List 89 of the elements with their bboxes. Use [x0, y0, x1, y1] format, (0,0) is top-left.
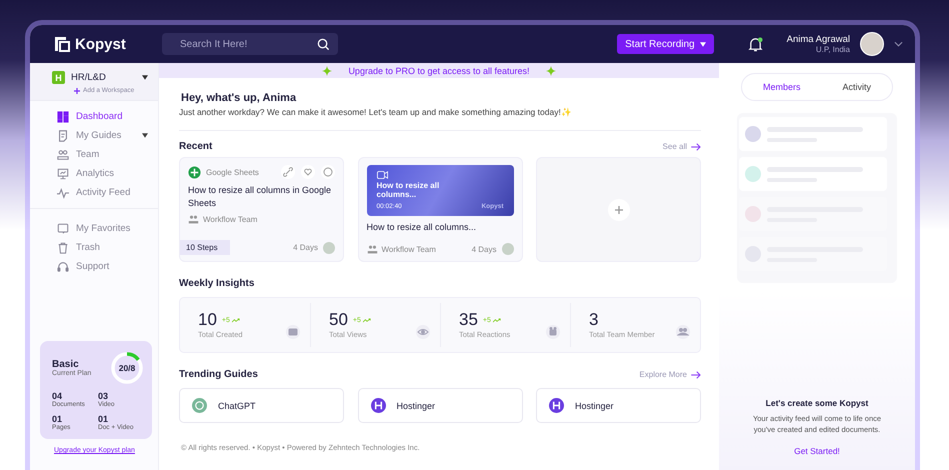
video-camera-icon [376, 171, 388, 179]
usage-count: 20/8 [118, 364, 136, 372]
team-icon [366, 244, 378, 254]
trend-up-icon [362, 318, 371, 322]
nav-item[interactable]: My Favorites [57, 221, 148, 236]
stat-value: 50 [329, 310, 348, 330]
stat-value: 10 [198, 310, 217, 330]
search-field[interactable]: Search It Here! [162, 33, 338, 55]
section-title: Trending Guides [179, 369, 258, 380]
greeting-title: Hey, what's up, Anima [181, 92, 298, 104]
bell-icon[interactable] [748, 36, 763, 52]
video-title: How to resize all columns... [376, 182, 440, 200]
sparkle-icon [322, 66, 332, 76]
stat-icon [286, 325, 300, 339]
nav-item[interactable]: Analytics [57, 166, 148, 181]
avatar [323, 242, 335, 254]
plan-stat-value: 04 [52, 391, 64, 401]
stat-value: 35 [459, 310, 478, 330]
plan-stat-value: 01 [98, 414, 110, 424]
arrow-icon [691, 142, 701, 150]
h-logo-icon [370, 398, 386, 413]
steps-tag: 10 Steps [180, 240, 230, 255]
nav-icon [57, 222, 69, 234]
guide-title: How to resize all columns... [366, 221, 478, 234]
plan-stat-value: 01 [52, 414, 64, 424]
usage-ring [110, 351, 144, 385]
age-text: 4 Days [293, 243, 318, 252]
stat-icon [676, 325, 690, 339]
plus-icon [608, 199, 630, 221]
banner-text: Upgrade to PRO to get access to all features! [348, 66, 530, 76]
avatar [502, 243, 514, 255]
get-started-link[interactable]: Get Started! [794, 446, 840, 456]
nav-item[interactable]: Trash [57, 240, 148, 255]
nav-icon [57, 130, 69, 142]
greeting-text: Just another workday? We can make it awesome! Let's team up and make something amazing today!✨ [179, 107, 573, 117]
section-title: Weekly Insights [179, 278, 256, 289]
user-location: U.P, India [816, 45, 850, 54]
workspace-badge: H [52, 71, 65, 84]
nav-icon [57, 110, 69, 122]
nav-icon [57, 148, 69, 160]
nav-icon [57, 242, 69, 254]
plus-icon [74, 88, 80, 94]
stat-icon [546, 325, 560, 339]
stat-icon [416, 325, 430, 339]
empty-state-title: Let's create some Kopyst [766, 398, 868, 408]
logo-icon [54, 36, 70, 52]
plan-stat-value: 03 [98, 391, 110, 401]
panel-tab[interactable]: Members [756, 78, 806, 96]
panel-tab[interactable]: Activity [836, 78, 877, 96]
age-text: 4 Days [472, 244, 496, 254]
trend-up-icon [492, 318, 501, 322]
trending-guide-card[interactable]: Hostinger [536, 388, 701, 423]
caret-icon [700, 42, 706, 46]
logo-text: Kopyst [75, 36, 126, 52]
team-name: Workflow Team [382, 244, 436, 254]
guide-card[interactable]: Google Sheets How to resize all columns in Google Sheets Workflow Team 10 Steps 4 Days [179, 157, 344, 262]
nav-item[interactable]: My Guides [57, 128, 148, 143]
trend-up-icon [232, 318, 240, 322]
nav-icon [57, 260, 69, 272]
user-name: Anima Agrawal [786, 34, 850, 45]
app-name: Google Sheets [206, 168, 259, 176]
link-icon[interactable] [281, 165, 295, 179]
arrow-icon [691, 370, 701, 378]
nav-item[interactable]: Activity Feed [57, 185, 148, 200]
start-recording-button[interactable]: Start Recording [617, 34, 714, 54]
plan-name: Basic [52, 359, 80, 370]
nav-icon [57, 186, 69, 198]
guide-title: How to resize all columns in Google Sheets [188, 184, 332, 210]
upgrade-banner[interactable]: Upgrade to PRO to get access to all features! [159, 63, 719, 78]
chevron-icon[interactable] [894, 41, 903, 47]
see-all-link[interactable]: See all [662, 142, 701, 151]
stat-value: 3 [589, 310, 598, 330]
nav-item[interactable]: Team [57, 147, 148, 162]
team-icon [188, 214, 199, 226]
explore-more-link[interactable]: Explore More [639, 370, 701, 379]
avatar[interactable] [860, 32, 884, 56]
nav-item[interactable]: Support [57, 259, 148, 274]
h-logo-icon [549, 398, 564, 413]
section-title: Recent [179, 141, 212, 152]
nav-icon [57, 168, 69, 180]
team-name: Workflow Team [203, 215, 258, 224]
workspace-name[interactable]: HR/L&D [71, 72, 136, 83]
select-circle-icon[interactable] [321, 165, 335, 179]
nav-item[interactable]: Dashboard [57, 109, 148, 124]
caret-icon[interactable] [142, 75, 148, 80]
trending-guide-card[interactable]: ChatGPT [179, 388, 344, 423]
sparkle-icon [546, 66, 556, 76]
trending-guide-card[interactable]: Hostinger [358, 388, 522, 423]
search-icon [317, 38, 330, 50]
